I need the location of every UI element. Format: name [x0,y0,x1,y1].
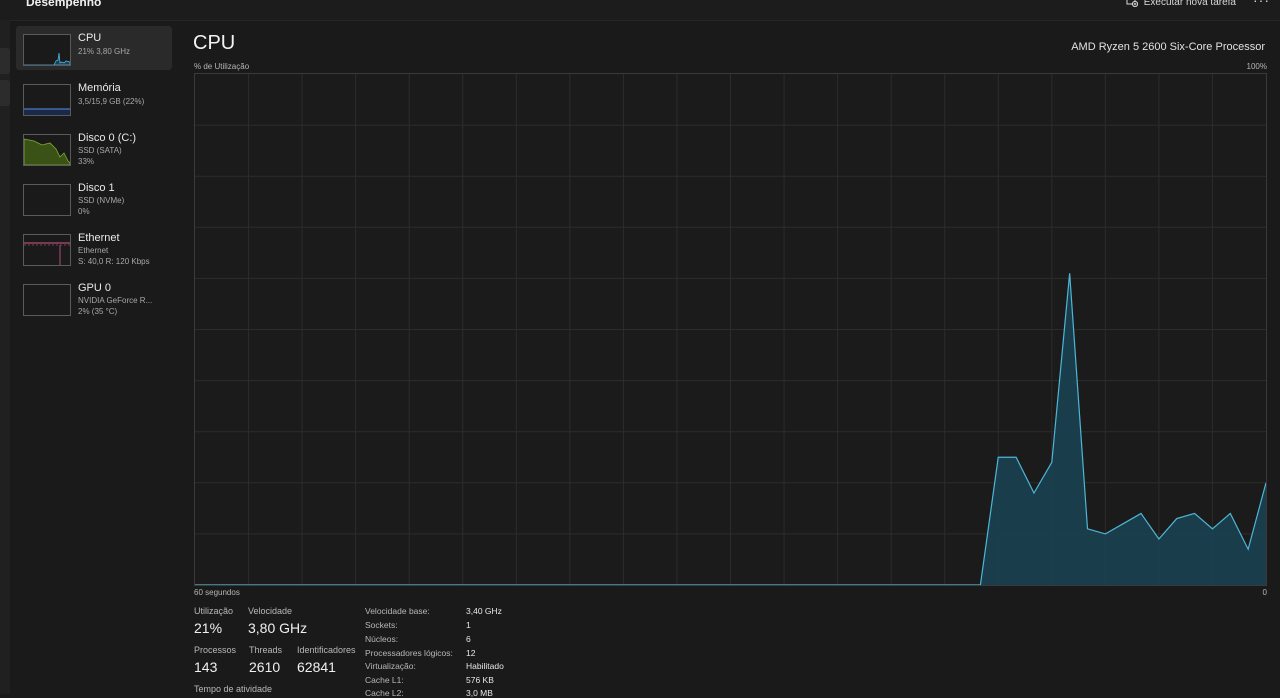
run-new-task-button[interactable]: Executar nova tarefa [1126,0,1236,10]
nav-rail-item[interactable] [0,48,10,74]
gpu-graph-icon [23,284,71,316]
utilization-label: Utilização [194,606,234,616]
speed-value: 3,80 GHz [248,620,308,636]
sidebar-item-label: Disco 1 [78,182,115,194]
nav-rail [0,20,10,694]
sidebar-item-detail: 21% 3,80 GHz [78,47,131,56]
spec-cache-l2-label: Cache L2: [365,688,404,698]
spec-logical-processors-value: 12 [466,648,476,658]
spec-virtualization-label: Virtualização: [365,661,416,671]
threads-value: 2610 [249,659,281,675]
spec-cores-label: Núcleos: [365,634,399,644]
disk-graph-icon [23,134,71,166]
cpu-model-name: AMD Ryzen 5 2600 Six-Core Processor [1071,41,1265,53]
spec-cache-l2-value: 3,0 MB [466,688,493,698]
nav-rail-item[interactable] [0,80,10,106]
sidebar-item-disk-1[interactable]: Disco 1 SSD (NVMe) 0% [16,176,172,220]
disk-graph-icon [23,184,71,216]
spec-base-speed-label: Velocidade base: [365,606,430,616]
y-axis-max-label: 100% [1246,62,1267,71]
uptime-label: Tempo de atividade [194,684,273,694]
cpu-utilization-chart [195,74,1266,585]
spec-cores-value: 6 [466,634,471,644]
x-axis-left-label: 60 segundos [194,588,240,597]
sidebar-item-label: Memória [78,82,121,94]
sidebar-item-detail: SSD (NVMe) [78,196,125,205]
spec-sockets-value: 1 [466,620,471,630]
network-graph-icon [23,234,71,266]
speed-label: Velocidade [248,606,293,616]
sidebar-item-label: CPU [78,32,102,44]
sidebar-item-detail: SSD (SATA) [78,146,122,155]
cpu-graph-icon [23,34,71,66]
section-title: CPU [193,32,236,54]
more-options-button[interactable]: ··· [1253,0,1270,8]
utilization-value: 21% [194,620,223,636]
sidebar-item-label: Disco 0 (C:) [78,132,137,144]
memory-graph-icon [23,84,71,116]
processes-label: Processos [194,645,237,655]
sidebar-item-label: Ethernet [78,232,120,244]
sidebar-item-memory[interactable]: Memória 3,5/15,9 GB (22%) [16,76,172,120]
y-axis-label: % de Utilização [194,62,250,71]
sidebar-item-label: GPU 0 [78,282,112,294]
threads-label: Threads [249,645,283,655]
sidebar-item-detail: 33% [78,157,95,166]
page-title: Desempenho [26,0,102,9]
spec-cache-l1-label: Cache L1: [365,675,404,685]
sidebar-item-detail: NVIDIA GeForce R... [78,296,153,305]
cpu-utilization-graph [194,73,1267,586]
run-new-task-label: Executar nova tarefa [1143,0,1236,8]
new-task-icon [1126,0,1138,10]
sidebar-item-detail: 3,5/15,9 GB (22%) [78,97,145,106]
spec-virtualization-value: Habilitado [466,661,504,671]
sidebar-item-ethernet[interactable]: Ethernet Ethernet S: 40,0 R: 120 Kbps [16,226,172,270]
spec-logical-processors-label: Processadores lógicos: [365,648,453,658]
sidebar-item-gpu-0[interactable]: GPU 0 NVIDIA GeForce R... 2% (35 °C) [16,276,172,320]
sidebar-item-detail: 2% (35 °C) [78,307,118,316]
spec-cache-l1-value: 576 KB [466,675,494,685]
spec-base-speed-value: 3,40 GHz [466,606,502,616]
sidebar-item-cpu[interactable]: CPU 21% 3,80 GHz [16,26,172,70]
sidebar-item-detail: 0% [78,207,90,216]
sidebar-item-detail: S: 40,0 R: 120 Kbps [78,257,150,266]
sidebar-item-detail: Ethernet [78,246,109,255]
sidebar-item-disk-0[interactable]: Disco 0 (C:) SSD (SATA) 33% [16,126,172,170]
spec-sockets-label: Sockets: [365,620,398,630]
handles-value: 62841 [297,659,336,675]
processes-value: 143 [194,659,218,675]
x-axis-right-label: 0 [1262,588,1267,597]
top-bar: Desempenho Executar nova tarefa ··· [0,0,1280,21]
handles-label: Identificadores [297,645,356,655]
resource-sidebar: CPU 21% 3,80 GHz Memória 3,5/15,9 GB (22… [16,26,172,326]
